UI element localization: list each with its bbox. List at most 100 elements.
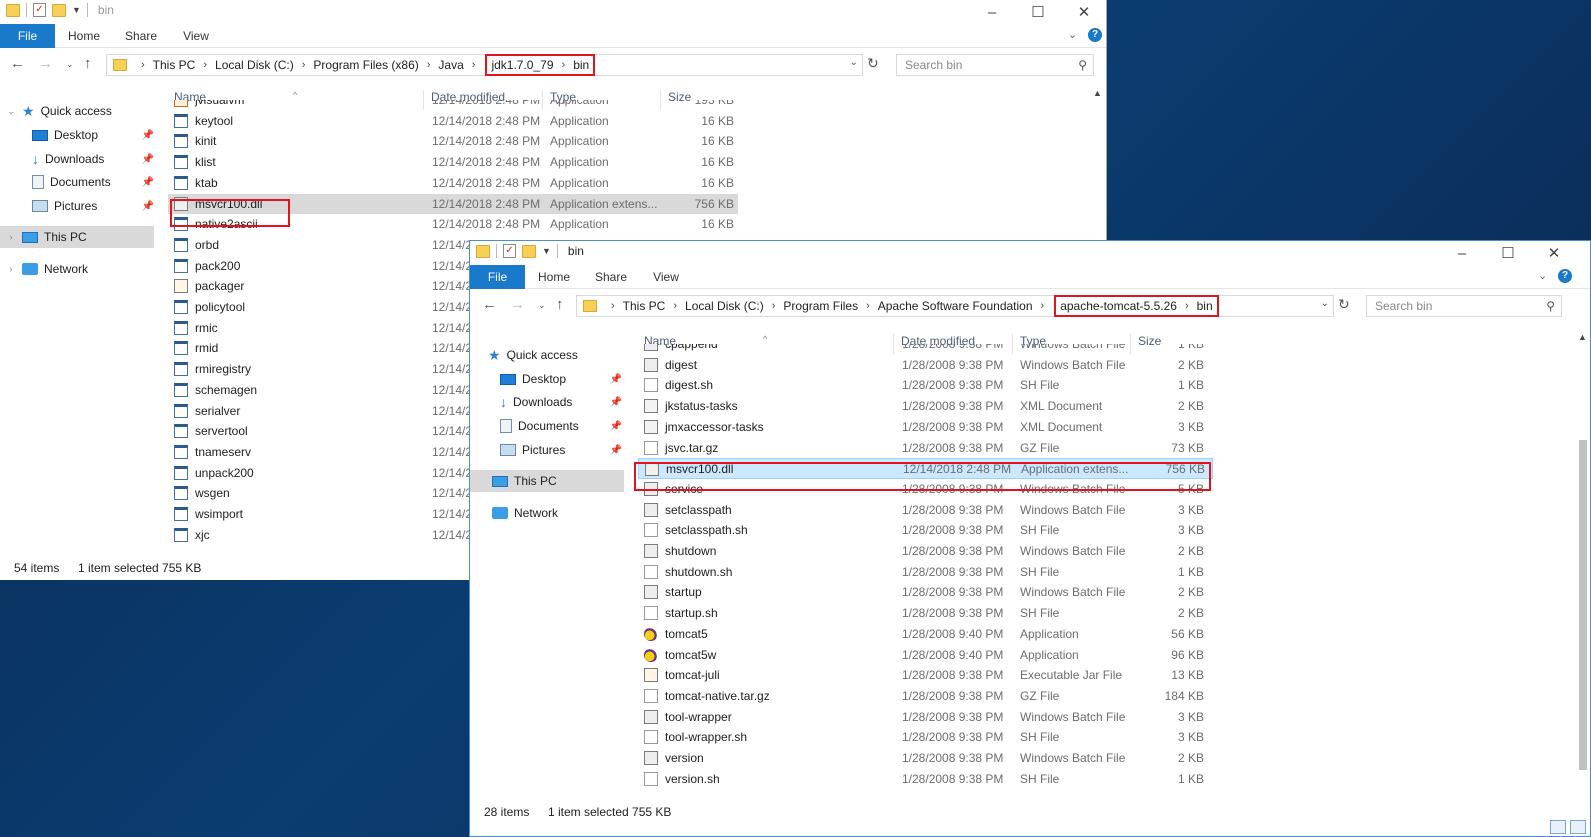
table-row[interactable]: cpappend 1/28/2008 9:38 PM Windows Batch F… — [638, 344, 1213, 355]
tab-share[interactable]: Share — [584, 265, 638, 289]
table-row[interactable]: tomcat5w 1/28/2008 9:40 PM Application 96 K… — [638, 645, 1213, 666]
breadcrumb-this-pc[interactable]: This PC — [153, 58, 196, 72]
nav-desktop[interactable]: Desktop 📌 — [500, 368, 622, 390]
maximize-icon[interactable]: ☐ — [1015, 0, 1061, 24]
nav-quick-access[interactable]: ★ Quick access — [488, 344, 626, 366]
table-row[interactable]: startup 1/28/2008 9:38 PM Windows Batch Fi… — [638, 582, 1213, 603]
nav-this-pc[interactable]: This PC — [470, 470, 624, 492]
scroll-up-icon[interactable]: ▲ — [1093, 88, 1102, 98]
nav-network[interactable]: Network — [492, 502, 626, 524]
nav-network[interactable]: › Network — [6, 258, 156, 280]
expand-icon[interactable]: › — [6, 264, 16, 274]
table-row[interactable]: tomcat-juli 1/28/2008 9:38 PM Executable J… — [638, 665, 1213, 686]
scrollbar-thumb[interactable] — [1579, 440, 1587, 770]
expand-icon[interactable]: ⌄ — [6, 106, 16, 117]
tab-view[interactable]: View — [640, 265, 692, 289]
search-icon[interactable]: ⚲ — [1546, 296, 1555, 316]
close-icon[interactable]: ✕ — [1531, 241, 1577, 265]
tab-file[interactable]: File — [0, 24, 55, 48]
breadcrumb-program-files[interactable]: Program Files — [783, 299, 858, 313]
ribbon-expand-icon[interactable]: ⌄ — [1068, 28, 1077, 41]
breadcrumb-apache-tomcat[interactable]: apache-tomcat-5.5.26 — [1060, 299, 1177, 313]
refresh-icon[interactable]: ↻ — [1338, 296, 1350, 313]
address-bar[interactable]: › This PC › Local Disk (C:) › Program Fi… — [576, 295, 1334, 317]
breadcrumb-program-files-x86[interactable]: Program Files (x86) — [313, 58, 418, 72]
table-row[interactable]: tomcat-native.tar.gz 1/28/2008 9:38 PM GZ … — [638, 686, 1213, 707]
nav-downloads[interactable]: ↓ Downloads 📌 — [32, 148, 154, 170]
breadcrumb-local-disk[interactable]: Local Disk (C:) — [215, 58, 294, 72]
nav-pictures[interactable]: Pictures 📌 — [32, 195, 154, 217]
nav-downloads[interactable]: ↓ Downloads 📌 — [500, 391, 622, 413]
help-icon[interactable]: ? — [1558, 269, 1572, 283]
table-row[interactable]: jkstatus-tasks 1/28/2008 9:38 PM XML Docum… — [638, 396, 1213, 417]
tab-home[interactable]: Home — [58, 24, 110, 48]
up-arrow-icon[interactable]: ↑ — [556, 296, 564, 313]
close-icon[interactable]: ✕ — [1061, 0, 1106, 24]
recent-locations-icon[interactable]: ⌄ — [538, 300, 546, 311]
forward-arrow-icon[interactable]: → — [38, 55, 53, 72]
table-row[interactable]: shutdown.sh 1/28/2008 9:38 PM SH File 1 KB — [638, 562, 1213, 583]
new-folder-icon[interactable] — [522, 244, 536, 258]
vertical-scrollbar[interactable]: ▲ — [1576, 330, 1590, 800]
table-row[interactable]: version 1/28/2008 9:38 PM Windows Batch Fi… — [638, 748, 1213, 769]
nav-documents[interactable]: Documents 📌 — [32, 171, 154, 193]
nav-this-pc[interactable]: › This PC — [0, 226, 154, 248]
table-row[interactable]: digest 1/28/2008 9:38 PM Windows Batch Fil… — [638, 355, 1213, 376]
tab-share[interactable]: Share — [114, 24, 168, 48]
table-row[interactable]: ktab 12/14/2018 2:48 PM Application 16 KB — [168, 173, 738, 194]
table-row[interactable]: startup.sh 1/28/2008 9:38 PM SH File 2 KB — [638, 603, 1213, 624]
qat-dropdown-icon[interactable]: ▼ — [72, 5, 81, 15]
tab-file[interactable]: File — [470, 265, 525, 289]
table-row[interactable]: jvisualvm 12/14/2018 2:48 PM Application 19… — [168, 100, 738, 111]
minimize-icon[interactable]: – — [1439, 241, 1485, 265]
nav-documents[interactable]: Documents 📌 — [500, 415, 622, 437]
properties-check-icon[interactable]: ✓ — [33, 3, 46, 17]
table-row[interactable]: tool-wrapper.sh 1/28/2008 9:38 PM SH File 3… — [638, 727, 1213, 748]
qat-dropdown-icon[interactable]: ▼ — [542, 246, 551, 256]
breadcrumb-jdk[interactable]: jdk1.7.0_79 — [491, 58, 553, 72]
back-arrow-icon[interactable]: ← — [10, 55, 25, 72]
address-dropdown-icon[interactable]: ⌄ — [850, 57, 858, 68]
table-row[interactable]: klist 12/14/2018 2:48 PM Application 16 KB — [168, 152, 738, 173]
address-bar[interactable]: › This PC › Local Disk (C:) › Program Fi… — [106, 54, 863, 76]
table-row[interactable]: shutdown 1/28/2008 9:38 PM Windows Batch F… — [638, 541, 1213, 562]
back-arrow-icon[interactable]: ← — [482, 296, 497, 313]
ribbon-expand-icon[interactable]: ⌄ — [1538, 269, 1547, 282]
minimize-icon[interactable]: – — [969, 0, 1015, 24]
nav-pictures[interactable]: Pictures 📌 — [500, 439, 622, 461]
nav-desktop[interactable]: Desktop 📌 — [32, 124, 154, 146]
search-input[interactable]: Search bin ⚲ — [896, 54, 1094, 76]
table-row[interactable]: setclasspath.sh 1/28/2008 9:38 PM SH File 3… — [638, 520, 1213, 541]
new-folder-icon[interactable] — [52, 3, 66, 17]
forward-arrow-icon[interactable]: → — [510, 296, 525, 313]
tab-view[interactable]: View — [170, 24, 222, 48]
table-row[interactable]: digest.sh 1/28/2008 9:38 PM SH File 1 KB — [638, 375, 1213, 396]
table-row[interactable]: kinit 12/14/2018 2:48 PM Application 16 KB — [168, 131, 738, 152]
maximize-icon[interactable]: ☐ — [1485, 241, 1531, 265]
scroll-up-icon[interactable]: ▲ — [1578, 332, 1587, 342]
breadcrumb-bin[interactable]: bin — [1197, 299, 1213, 313]
table-row[interactable]: tomcat5 1/28/2008 9:40 PM Application 56 KB — [638, 624, 1213, 645]
large-icons-view-icon[interactable] — [1570, 820, 1586, 834]
search-icon[interactable]: ⚲ — [1078, 55, 1087, 75]
breadcrumb-bin[interactable]: bin — [573, 58, 589, 72]
address-dropdown-icon[interactable]: ⌄ — [1321, 298, 1329, 309]
up-arrow-icon[interactable]: ↑ — [84, 55, 92, 72]
table-row[interactable]: jsvc.tar.gz 1/28/2008 9:38 PM GZ File 73 KB — [638, 438, 1213, 459]
refresh-icon[interactable]: ↻ — [867, 55, 879, 72]
breadcrumb-apache-software-foundation[interactable]: Apache Software Foundation — [878, 299, 1033, 313]
details-view-icon[interactable] — [1550, 820, 1566, 834]
tab-home[interactable]: Home — [528, 265, 580, 289]
nav-quick-access[interactable]: ⌄ ★ Quick access — [6, 100, 156, 122]
search-input[interactable]: Search bin ⚲ — [1366, 295, 1562, 317]
table-row[interactable]: tool-wrapper 1/28/2008 9:38 PM Windows Bat… — [638, 707, 1213, 728]
recent-locations-icon[interactable]: ⌄ — [66, 59, 74, 70]
breadcrumb-java[interactable]: Java — [438, 58, 463, 72]
table-row[interactable]: jmxaccessor-tasks 1/28/2008 9:38 PM XML Do… — [638, 417, 1213, 438]
properties-check-icon[interactable]: ✓ — [503, 244, 516, 258]
breadcrumb-this-pc[interactable]: This PC — [623, 299, 666, 313]
table-row[interactable]: keytool 12/14/2018 2:48 PM Application 16 K… — [168, 111, 738, 132]
breadcrumb-local-disk[interactable]: Local Disk (C:) — [685, 299, 764, 313]
table-row[interactable]: setclasspath 1/28/2008 9:38 PM Windows Bat… — [638, 500, 1213, 521]
expand-icon[interactable]: › — [6, 232, 16, 242]
